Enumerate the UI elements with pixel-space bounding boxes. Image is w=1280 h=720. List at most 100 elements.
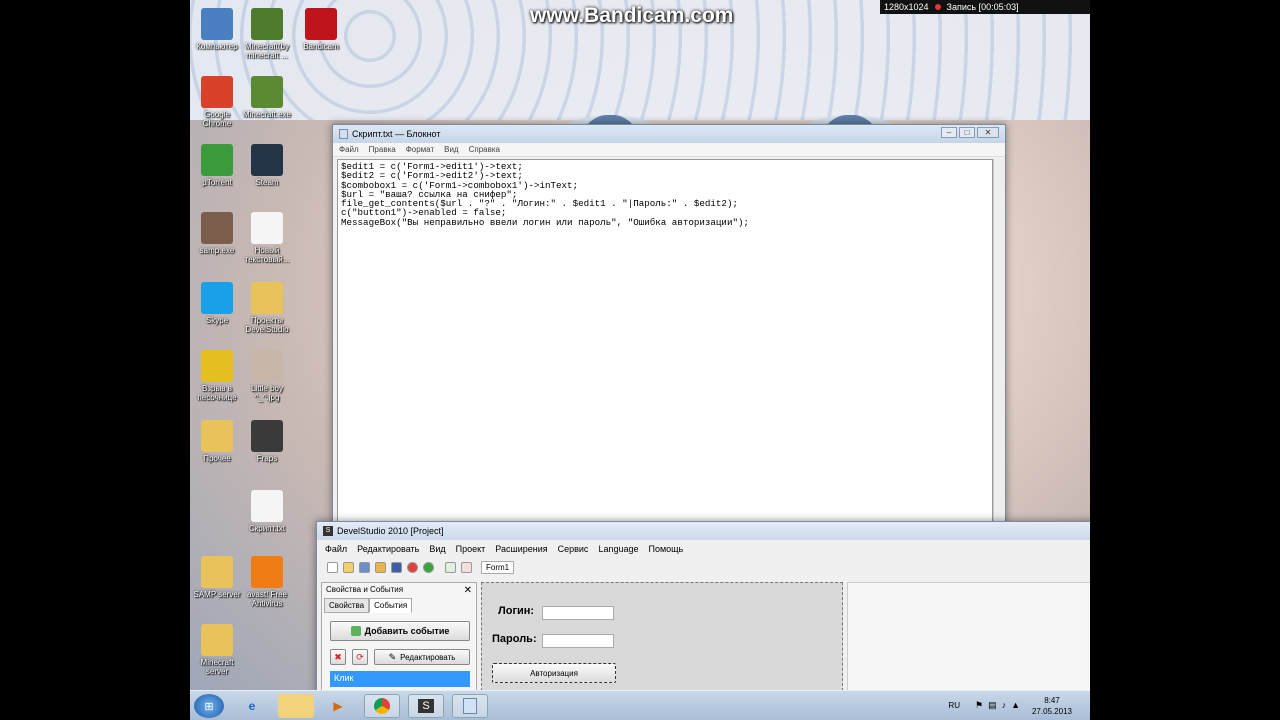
remove-form-icon[interactable] (461, 561, 472, 573)
chrome-taskbar-icon[interactable] (364, 694, 400, 718)
ds-menu-view[interactable]: Вид (429, 544, 445, 554)
desktop-app-icon (251, 350, 283, 382)
notepad-text-area[interactable]: $edit1 = c('Form1->edit1')->text; $edit2… (337, 159, 993, 523)
desktop-icon[interactable]: Fraps (240, 420, 294, 463)
language-indicator[interactable]: RU (948, 701, 960, 710)
desktop-app-icon (201, 556, 233, 588)
desktop-icon[interactable]: SAMP server (190, 556, 244, 599)
media-player-icon[interactable]: ▶ (320, 694, 356, 718)
event-item-click[interactable]: Клик (330, 671, 470, 687)
menu-file[interactable]: Файл (339, 145, 359, 154)
debug-run-icon[interactable] (407, 561, 418, 573)
desktop-icon[interactable]: Проекты DevelStudio (240, 282, 294, 334)
form-designer[interactable]: Логин: Пароль: Авторизация (481, 582, 843, 691)
clock[interactable]: 8:47 27.05.2013 (1032, 695, 1072, 717)
desktop-app-icon (201, 420, 233, 452)
recorder-bar: 1280x1024 Запись [00:05:03] (880, 0, 1090, 14)
form1-tab[interactable]: Form1 (481, 560, 515, 574)
desktop-app-icon (201, 144, 233, 176)
develstudio-window[interactable]: S DevelStudio 2010 [Project] Файл Редакт… (316, 521, 1090, 692)
desktop-app-icon (201, 624, 233, 656)
desktop-icon-label: Fraps (256, 454, 278, 463)
menu-edit[interactable]: Правка (369, 145, 396, 154)
desktop-icon[interactable]: samp.exe (190, 212, 244, 255)
ds-menu-service[interactable]: Сервис (558, 544, 589, 554)
add-event-button[interactable]: Добавить событие (330, 621, 470, 641)
new-file-icon[interactable] (327, 561, 338, 573)
tray-flag-icon[interactable]: ⚑ (975, 700, 983, 711)
desktop-icon[interactable]: Взрыв в песочнице (190, 350, 244, 402)
desktop-icon[interactable]: Minecraft server (190, 624, 244, 676)
edit-event-button[interactable]: ✎ Редактировать (374, 649, 470, 665)
ds-menu-extensions[interactable]: Расширения (495, 544, 547, 554)
start-button[interactable]: ⊞ (194, 694, 224, 718)
ie-icon[interactable]: e (234, 694, 270, 718)
open-folder-icon[interactable] (343, 561, 354, 573)
login-input[interactable] (542, 606, 614, 620)
auth-button[interactable]: Авторизация (492, 663, 616, 683)
desktop-app-icon (251, 556, 283, 588)
notepad-menubar: Файл Правка Формат Вид Справка (333, 143, 1005, 157)
ds-menu-project[interactable]: Проект (456, 544, 486, 554)
desktop-icon[interactable]: Minecraft.exe (240, 76, 294, 119)
desktop-icon[interactable]: Little boy ^_^.jpg (240, 350, 294, 402)
desktop-icon[interactable]: avast! Free Antivirus (240, 556, 294, 608)
menu-format[interactable]: Формат (406, 145, 434, 154)
build-icon[interactable] (375, 561, 386, 573)
notepad-window[interactable]: Скрипт.txt — Блокнот – □ ✕ Файл Правка Ф… (332, 124, 1006, 524)
notepad-scrollbar[interactable] (993, 159, 1005, 523)
add-form-icon[interactable] (445, 561, 456, 573)
develstudio-toolbar: Form1 (317, 557, 1090, 577)
tray-volume-icon[interactable]: ♪ (1002, 700, 1007, 711)
password-label: Пароль: (492, 633, 537, 645)
desktop-icon[interactable]: µTorrent (190, 144, 244, 187)
desktop-icon-label: SAMP server (193, 590, 241, 599)
develstudio-titlebar[interactable]: S DevelStudio 2010 [Project] (317, 522, 1090, 540)
notepad-taskbar-icon[interactable] (452, 694, 488, 718)
desktop-icon[interactable]: Bandicam (294, 8, 348, 51)
desktop-icon-label: Minecraft server (200, 658, 234, 676)
chrome-icon (374, 698, 390, 714)
develstudio-taskbar-icon[interactable]: S (408, 694, 444, 718)
desktop-icon[interactable]: Новый текстовый... (240, 212, 294, 264)
clock-date: 27.05.2013 (1031, 707, 1072, 716)
desktop-app-icon (201, 76, 233, 108)
ds-menu-file[interactable]: Файл (325, 544, 347, 554)
menu-view[interactable]: Вид (444, 145, 458, 154)
tray-arrow-icon[interactable]: ▲ (1011, 700, 1020, 711)
password-input[interactable] (542, 634, 614, 648)
desktop-icon[interactable]: Steam (240, 144, 294, 187)
tab-properties[interactable]: Свойства (324, 598, 370, 613)
stop-icon[interactable] (391, 561, 402, 573)
close-button[interactable]: ✕ (977, 127, 999, 138)
minimize-button[interactable]: – (941, 127, 957, 138)
run-icon[interactable] (423, 561, 434, 573)
ds-menu-edit[interactable]: Редактировать (357, 544, 419, 554)
desktop-icon[interactable]: Скрипт.txt (240, 490, 294, 533)
ds-menu-language[interactable]: Language (598, 544, 638, 554)
desktop-icon[interactable]: Minecraft(by minecraft ... (240, 8, 294, 60)
desktop-icon[interactable]: Компьютер (190, 8, 244, 51)
menu-help[interactable]: Справка (469, 145, 500, 154)
desktop-icon[interactable]: Skype (190, 282, 244, 325)
save-icon[interactable] (359, 561, 370, 573)
desktop-icon[interactable]: Google Chrome (190, 76, 244, 128)
maximize-button[interactable]: □ (959, 127, 975, 138)
explorer-icon[interactable] (278, 694, 314, 718)
pencil-icon: ✎ (388, 651, 397, 662)
panel-header: Свойства и События ✕ (322, 583, 476, 598)
add-event-icon (350, 626, 361, 636)
panel-tabs: Свойства События (324, 598, 476, 613)
tray-network-icon[interactable]: ▤ (988, 700, 997, 711)
windows-logo-icon: ⊞ (204, 700, 214, 713)
delete-event-button[interactable]: ✖ (330, 649, 346, 665)
desktop-icon[interactable]: Прочее (190, 420, 244, 463)
panel-close-icon[interactable]: ✕ (464, 585, 472, 596)
ds-menu-help[interactable]: Помощь (648, 544, 683, 554)
delete-icon: ✖ (334, 651, 342, 662)
desktop-icon-label: Little boy ^_^.jpg (250, 384, 284, 402)
tab-events[interactable]: События (369, 598, 413, 613)
notepad-titlebar[interactable]: Скрипт.txt — Блокнот – □ ✕ (333, 125, 1005, 143)
desktop-app-icon (201, 8, 233, 40)
refresh-event-button[interactable]: ⟳ (352, 649, 368, 665)
